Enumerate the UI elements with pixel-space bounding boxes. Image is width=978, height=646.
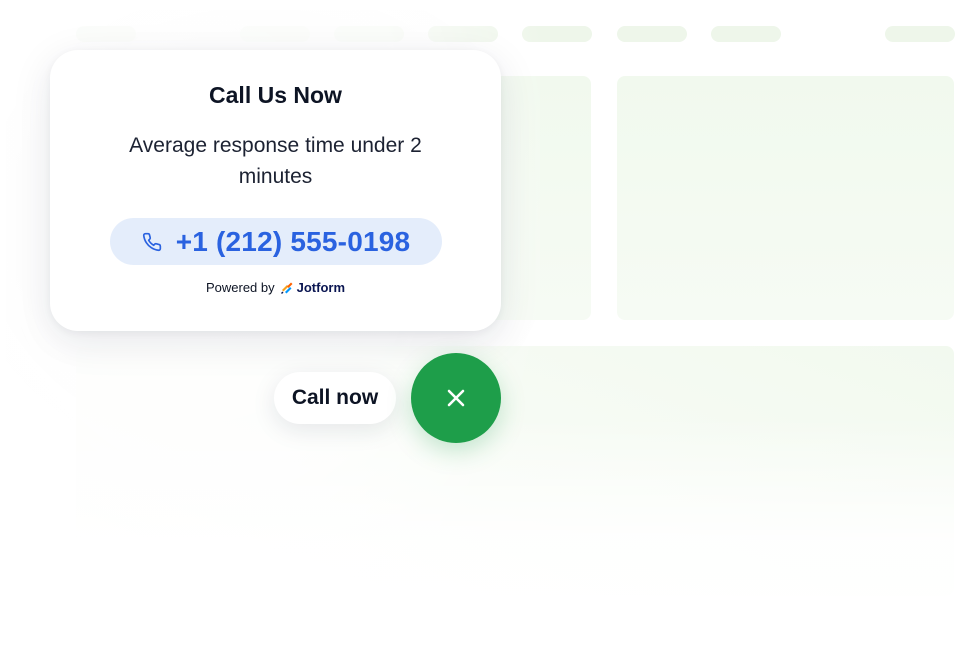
content-placeholder-block [617,76,954,320]
phone-number-button[interactable]: +1 (212) 555-0198 [110,218,442,265]
nav-placeholder [711,26,781,42]
popup-subtitle: Average response time under 2 minutes [129,134,422,188]
phone-number: +1 (212) 555-0198 [175,225,411,257]
powered-by-label: Powered by [205,280,275,295]
call-now-button[interactable]: Call now [274,372,396,424]
close-button[interactable] [411,353,501,443]
popup-title: Call Us Now [209,82,342,108]
phone-icon [142,232,162,252]
powered-by: Powered by Jotform [50,280,501,295]
nav-placeholder [885,26,955,42]
brand-name: Jotform [296,280,346,295]
close-icon [445,387,467,409]
fade-overlay [0,416,978,646]
jotform-logo-icon [280,281,294,295]
call-us-popup: Call Us Now Average response time under … [50,50,501,331]
nav-placeholder [617,26,687,42]
